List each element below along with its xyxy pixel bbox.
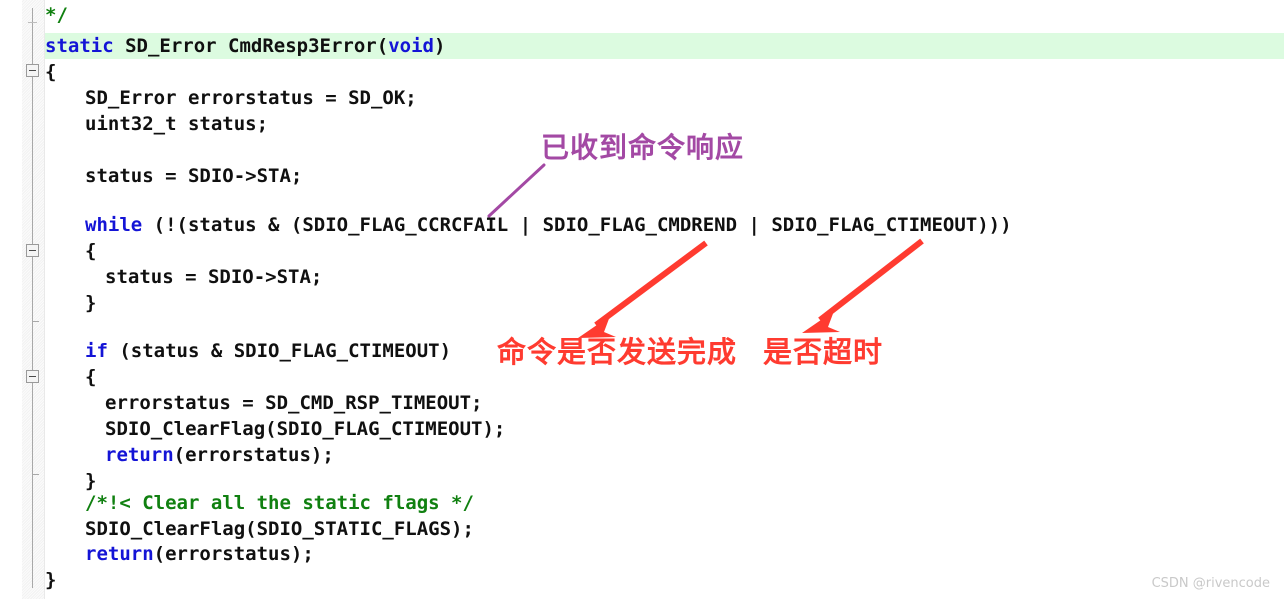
code-token: SD_Error CmdResp3Error [113,35,377,57]
code-line[interactable]: SDIO_ClearFlag(SDIO_FLAG_CTIMEOUT); [45,416,1284,442]
code-token: status = SDIO->STA; [85,165,303,187]
code-line[interactable] [45,137,1284,163]
code-line[interactable]: return(errorstatus); [45,541,1284,567]
code-line[interactable]: { [45,59,1284,85]
code-line[interactable]: { [45,364,1284,390]
folding-margin[interactable] [22,0,45,599]
code-token: return [105,444,174,466]
code-line[interactable]: } [45,290,1284,316]
fold-end-tick [32,474,39,475]
code-line[interactable]: uint32_t status; [45,111,1284,137]
code-line[interactable]: return(errorstatus); [45,442,1284,468]
code-line[interactable]: if (status & SDIO_FLAG_CTIMEOUT) [45,338,1284,364]
code-line[interactable]: while (!(status & (SDIO_FLAG_CCRCFAIL | … [45,212,1284,238]
code-token: ) [433,35,446,57]
code-token: return [85,543,154,565]
code-token: SD_Error errorstatus = SD_OK; [85,87,417,109]
code-token: { [85,240,97,262]
code-line[interactable]: errorstatus = SD_CMD_RSP_TIMEOUT; [45,390,1284,416]
code-token: (status & SDIO_FLAG_CTIMEOUT) [107,340,452,362]
code-token: { [45,61,57,83]
code-line[interactable]: status = SDIO->STA; [45,163,1284,189]
code-token: void [388,35,434,57]
code-token: (errorstatus); [153,543,314,565]
code-token: */ [45,4,68,26]
code-token: } [45,569,57,591]
code-token: SDIO_ClearFlag(SDIO_FLAG_CTIMEOUT); [105,418,506,440]
code-line[interactable]: static SD_Error CmdResp3Error(void) [45,33,1284,59]
code-token: if [85,340,108,362]
fold-collapse-icon[interactable] [26,370,39,383]
code-token: { [85,366,97,388]
code-token: uint32_t status; [85,113,269,135]
code-token: SDIO_ClearFlag(SDIO_STATIC_FLAGS); [85,518,474,540]
code-token: status = SDIO->STA; [105,266,323,288]
code-line[interactable]: { [45,238,1284,264]
code-line[interactable]: */ [45,2,1284,28]
code-line[interactable]: } [45,567,1284,593]
code-content[interactable]: */static SD_Error CmdResp3Error(void){SD… [45,0,1284,599]
fold-collapse-icon[interactable] [26,244,39,257]
code-line[interactable]: SD_Error errorstatus = SD_OK; [45,85,1284,111]
code-token: static [45,35,114,57]
code-token: (!(status & (SDIO_FLAG_CCRCFAIL | SDIO_F… [142,214,1012,236]
code-editor[interactable]: */static SD_Error CmdResp3Error(void){SD… [0,0,1284,599]
fold-cap [28,22,37,23]
code-token: } [85,292,97,314]
watermark: CSDN @rivencode [1151,576,1270,591]
code-line[interactable]: status = SDIO->STA; [45,264,1284,290]
fold-collapse-icon[interactable] [26,64,39,77]
code-token: errorstatus = SD_CMD_RSP_TIMEOUT; [105,392,483,414]
fold-end-tick [32,321,39,322]
code-token: } [85,470,97,492]
code-line[interactable]: SDIO_ClearFlag(SDIO_STATIC_FLAGS); [45,516,1284,542]
code-token: (errorstatus); [173,444,334,466]
code-token: /*!< Clear all the static flags */ [85,492,474,514]
fold-spine-line [32,8,33,588]
code-token: while [85,214,143,236]
code-token: ( [376,35,389,57]
code-line[interactable]: /*!< Clear all the static flags */ [45,490,1284,516]
